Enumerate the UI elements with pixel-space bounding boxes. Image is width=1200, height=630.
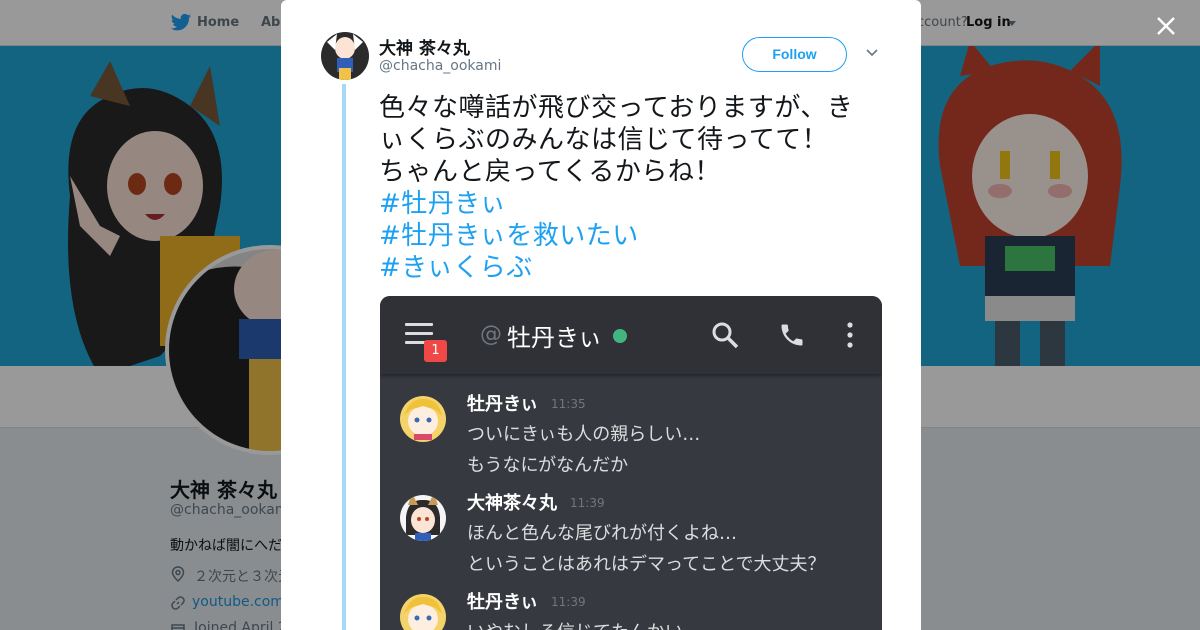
hashtag-link[interactable]: #牡丹きぃを救いたい	[379, 220, 899, 252]
chat-avatar	[400, 396, 446, 442]
at-symbol: @	[480, 322, 502, 347]
chat-text: いやむしろ信じてたんかい	[467, 618, 683, 630]
chat-text: ということはあれはデマってことで大丈夫？	[467, 554, 826, 575]
chat-avatar	[400, 594, 446, 630]
hashtag-link[interactable]: #牡丹きぃ	[379, 188, 899, 220]
tweet-author-name[interactable]: 大神 茶々丸	[379, 34, 470, 59]
chevron-down-icon[interactable]	[865, 48, 879, 58]
tweet-text: 色々な噂話が飛び交っておりますが、き ぃくらぶのみんなは信じて待ってて！ ちゃん…	[379, 92, 899, 284]
tweet-text-line: 色々な噂話が飛び交っておりますが、き	[379, 93, 854, 123]
chat-timestamp: 11:35	[551, 397, 586, 411]
attached-screenshot[interactable]: 1 @ 牡丹きぃ 牡丹きぃ 11:35 ついにきぃも人の親らしい… もうなにがな…	[380, 296, 882, 630]
chat-channel-name: 牡丹きぃ	[507, 324, 603, 352]
tweet-author-avatar[interactable]	[321, 32, 369, 80]
chat-header: 1 @ 牡丹きぃ	[380, 296, 882, 374]
online-status-dot	[613, 329, 627, 343]
tweet-author-handle[interactable]: @chacha_ookami	[379, 58, 501, 74]
tweet-text-line: ぃくらぶのみんなは信じて待ってて！	[379, 125, 829, 155]
hashtag-link[interactable]: #きぃくらぶ	[379, 252, 899, 284]
chat-text: ついにきぃも人の親らしい…	[467, 424, 701, 445]
more-vertical-icon	[847, 322, 853, 348]
thread-line	[342, 84, 346, 630]
chat-timestamp: 11:39	[551, 595, 586, 609]
phone-icon	[781, 324, 803, 346]
tweet-text-line: ちゃんと戻ってくるからね！	[379, 157, 721, 187]
search-icon	[712, 322, 739, 349]
chat-text: ほんと色んな尾びれが付くよね…	[467, 523, 737, 544]
notification-badge: 1	[424, 340, 447, 362]
chat-author: 大神茶々丸	[467, 493, 557, 514]
chat-timestamp: 11:39	[570, 496, 605, 510]
tweet-modal: 大神 茶々丸 @chacha_ookami Follow 色々な噂話が飛び交って…	[281, 0, 921, 630]
close-icon[interactable]	[1150, 10, 1180, 40]
follow-button[interactable]: Follow	[742, 37, 847, 72]
chat-avatar	[400, 495, 446, 541]
chat-text: もうなにがなんだか	[467, 455, 629, 476]
chat-author: 牡丹きぃ	[467, 592, 539, 613]
tweet-author-avatar-image	[321, 32, 369, 80]
chat-author: 牡丹きぃ	[467, 394, 539, 415]
